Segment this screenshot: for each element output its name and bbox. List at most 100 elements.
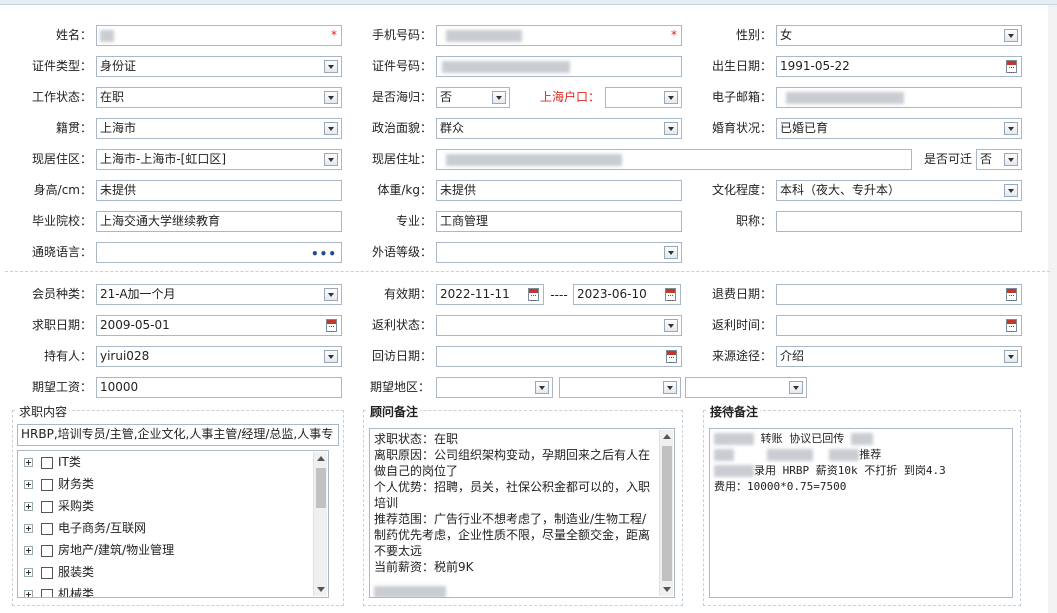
refund-date-label: 退费日期： — [711, 287, 772, 301]
education-select[interactable]: 本科（夜大、专升本） — [776, 180, 1022, 201]
calendar-icon[interactable] — [1006, 319, 1017, 332]
scroll-down-icon[interactable] — [317, 587, 325, 592]
foreign-level-select[interactable] — [436, 242, 682, 263]
chevron-down-icon[interactable] — [1004, 29, 1018, 42]
job-content-summary[interactable]: HRBP,培训专员/主管,企业文化,人事主管/经理/总监,人事专 — [17, 424, 339, 446]
chevron-down-icon[interactable] — [324, 60, 338, 73]
advisor-notes-scrollbar[interactable] — [659, 430, 673, 596]
chevron-down-icon[interactable] — [1004, 122, 1018, 135]
calendar-icon[interactable] — [666, 350, 677, 363]
id-type-select[interactable]: 身份证 — [96, 56, 342, 77]
phone-field[interactable]: * — [436, 25, 682, 46]
checkbox[interactable] — [41, 566, 53, 579]
region-province-select[interactable] — [436, 377, 553, 398]
id-number-field[interactable] — [436, 56, 682, 77]
scroll-up-icon[interactable] — [663, 434, 671, 439]
returnee-select[interactable]: 否 — [436, 87, 510, 108]
residence-address-field[interactable] — [436, 149, 912, 170]
expand-icon[interactable] — [24, 568, 33, 577]
chevron-down-icon[interactable] — [324, 122, 338, 135]
expand-icon[interactable] — [24, 524, 33, 533]
chevron-down-icon[interactable] — [664, 122, 678, 135]
rebate-time-field[interactable] — [776, 315, 1022, 336]
chevron-down-icon[interactable] — [492, 91, 506, 104]
category-tree[interactable]: IT类 财务类 采购类 电子商务/互联网 房地产/建筑/物业管理 服装类 机械类 — [17, 450, 329, 598]
ellipsis-icon[interactable]: ••• — [311, 245, 337, 262]
scroll-thumb[interactable] — [316, 468, 326, 508]
checkbox[interactable] — [41, 500, 53, 513]
title-field[interactable] — [776, 211, 1022, 232]
page-scrollbar[interactable] — [1048, 5, 1057, 613]
hukou-select[interactable] — [605, 87, 682, 108]
tree-item-purchasing[interactable]: 采购类 — [24, 495, 94, 517]
school-field[interactable]: 上海交通大学继续教育 — [96, 211, 342, 232]
scroll-thumb[interactable] — [662, 446, 672, 581]
refund-date-field[interactable] — [776, 284, 1022, 305]
email-field[interactable] — [776, 87, 1022, 108]
chevron-down-icon[interactable] — [324, 350, 338, 363]
member-type-select[interactable]: 21-A加一个月 — [96, 284, 342, 305]
chevron-down-icon[interactable] — [789, 381, 803, 394]
chevron-down-icon[interactable] — [324, 91, 338, 104]
checkbox[interactable] — [41, 522, 53, 535]
gender-select[interactable]: 女 — [776, 25, 1022, 46]
expand-icon[interactable] — [24, 458, 33, 467]
tree-item-machinery[interactable]: 机械类 — [24, 583, 94, 597]
advisor-notes-textarea[interactable]: 求职状态：在职 离职原因：公司组织架构变动，孕期回来之后有人在做自己的岗位了 个… — [369, 428, 675, 598]
chevron-down-icon[interactable] — [1004, 153, 1018, 166]
chevron-down-icon[interactable] — [324, 153, 338, 166]
name-field[interactable]: * — [96, 25, 342, 46]
language-field[interactable]: ••• — [96, 242, 342, 263]
validity-start-field[interactable]: 2022-11-11 — [436, 284, 544, 305]
chevron-down-icon[interactable] — [663, 381, 677, 394]
scroll-down-icon[interactable] — [663, 587, 671, 592]
rebate-status-select[interactable] — [436, 315, 682, 336]
relocate-select[interactable]: 否 — [976, 149, 1022, 170]
checkbox[interactable] — [41, 456, 53, 469]
expand-icon[interactable] — [24, 502, 33, 511]
salary-field[interactable]: 10000 — [96, 377, 342, 398]
chevron-down-icon[interactable] — [664, 246, 678, 259]
reception-notes-textarea[interactable]: 转账 协议已回传 推荐 录用 HRBP 薪资10k 不打折 到岗4.3 费用：1… — [709, 428, 1013, 598]
work-status-select[interactable]: 在职 — [96, 87, 342, 108]
birth-date-field[interactable]: 1991-05-22 — [776, 56, 1022, 77]
region-city-select[interactable] — [559, 377, 681, 398]
political-select[interactable]: 群众 — [436, 118, 682, 139]
holder-select[interactable]: yirui028 — [96, 346, 342, 367]
tree-item-ecommerce[interactable]: 电子商务/互联网 — [24, 517, 146, 539]
scroll-up-icon[interactable] — [317, 456, 325, 461]
checkbox[interactable] — [41, 544, 53, 557]
chevron-down-icon[interactable] — [1004, 184, 1018, 197]
height-field[interactable]: 未提供 — [96, 180, 342, 201]
tree-item-finance[interactable]: 财务类 — [24, 473, 94, 495]
tree-item-it[interactable]: IT类 — [24, 451, 81, 473]
marital-select[interactable]: 已婚已育 — [776, 118, 1022, 139]
tree-item-apparel[interactable]: 服装类 — [24, 561, 94, 583]
chevron-down-icon[interactable] — [1004, 350, 1018, 363]
residence-area-select[interactable]: 上海市-上海市-[虹口区] — [96, 149, 342, 170]
expand-icon[interactable] — [24, 546, 33, 555]
calendar-icon[interactable] — [326, 319, 337, 332]
calendar-icon[interactable] — [528, 288, 539, 301]
chevron-down-icon[interactable] — [664, 319, 678, 332]
calendar-icon[interactable] — [665, 288, 676, 301]
tree-item-realestate[interactable]: 房地产/建筑/物业管理 — [24, 539, 174, 561]
checkbox[interactable] — [41, 478, 53, 491]
expand-icon[interactable] — [24, 480, 33, 489]
validity-end-field[interactable]: 2023-06-10 — [573, 284, 681, 305]
revisit-date-field[interactable] — [436, 346, 682, 367]
expand-icon[interactable] — [24, 590, 33, 597]
calendar-icon[interactable] — [1006, 60, 1017, 73]
tree-scrollbar[interactable] — [313, 452, 327, 596]
calendar-icon[interactable] — [1006, 288, 1017, 301]
native-place-select[interactable]: 上海市 — [96, 118, 342, 139]
chevron-down-icon[interactable] — [324, 288, 338, 301]
weight-field[interactable]: 未提供 — [436, 180, 682, 201]
source-select[interactable]: 介绍 — [776, 346, 1022, 367]
apply-date-field[interactable]: 2009-05-01 — [96, 315, 342, 336]
chevron-down-icon[interactable] — [664, 91, 678, 104]
region-district-select[interactable] — [685, 377, 807, 398]
chevron-down-icon[interactable] — [535, 381, 549, 394]
checkbox[interactable] — [41, 588, 53, 597]
major-field[interactable]: 工商管理 — [436, 211, 682, 232]
